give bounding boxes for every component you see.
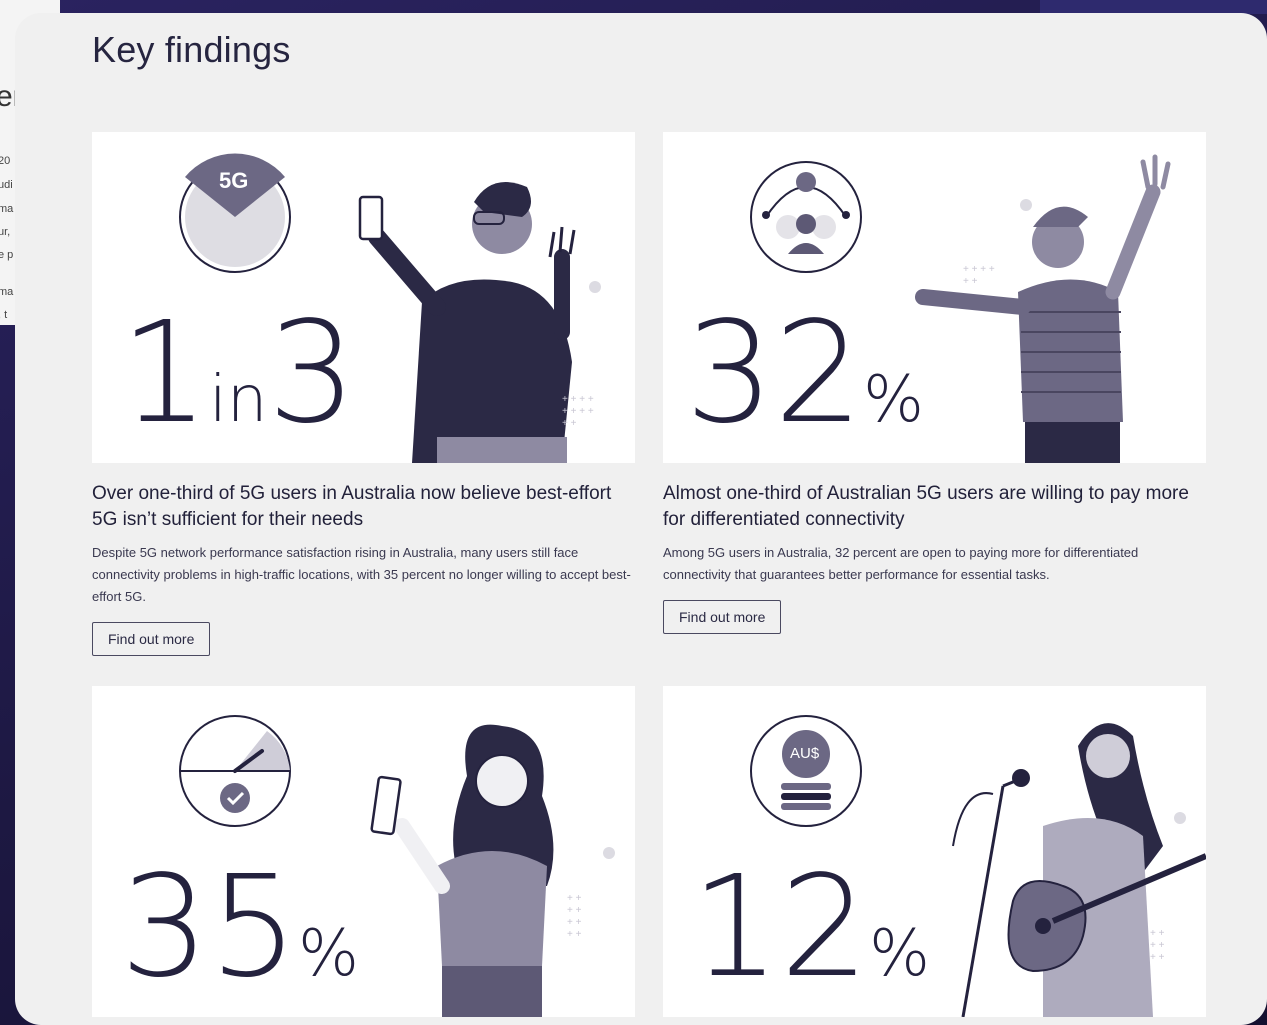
background-text-line: e p [0, 249, 14, 261]
stat-12-percent: 12% [691, 858, 930, 998]
finding-4-illustration: + + + + + + 12% AU$ [663, 686, 1206, 1017]
svg-text:+ +: + + [562, 418, 577, 429]
background-text-line: ur, [0, 226, 11, 238]
stat-number: 35 [120, 846, 299, 1009]
background-text-line: ma [0, 286, 14, 298]
plus-pattern: + + + + + + + + [567, 893, 582, 940]
stat-number: 32 [685, 292, 864, 455]
svg-text:+ +: + + [1150, 952, 1165, 963]
stat-small: % [298, 917, 359, 991]
coin-badge-label: AU$ [790, 745, 820, 762]
key-findings-card: Key findings + + + + + + + + + + 1in3 5G… [15, 13, 1267, 1025]
finding-1-illustration: + + + + + + + + + + 1in3 5G [92, 132, 635, 463]
stat-number-end: 3 [267, 292, 357, 455]
stat-small: % [869, 917, 930, 991]
svg-text:+ +: + + [1150, 940, 1165, 951]
pie-badge-label: 5G [219, 168, 249, 193]
svg-text:+ + + +: + + + + [562, 394, 594, 405]
svg-text:+ +: + + [567, 929, 582, 940]
plus-pattern: + + + ++ + + ++ + [562, 394, 594, 429]
stat-small: in [209, 363, 268, 437]
speedometer-check-icon [179, 715, 291, 827]
find-out-more-button[interactable]: Find out more [663, 600, 782, 634]
finding-4: + + + + + + 12% AU$ [663, 686, 1206, 1017]
svg-text:+ + + +: + + + + [562, 406, 594, 417]
audience-network-icon [750, 161, 862, 273]
stat-35-percent: 35% [120, 858, 359, 998]
find-out-more-button[interactable]: Find out more [92, 622, 211, 656]
svg-text:+ +: + + [567, 917, 582, 928]
plus-pattern: + + + + + + [1150, 928, 1165, 963]
stat-1-in-3: 1in3 [120, 304, 357, 444]
stat-32-percent: 32% [685, 304, 924, 444]
svg-text:+ +: + + [1150, 928, 1165, 939]
page-title: Key findings [92, 29, 291, 70]
background-accent-bar [1040, 0, 1267, 14]
finding-3-illustration: + + + + + + + + 35% [92, 686, 635, 1017]
finding-1-body: Despite 5G network performance satisfact… [92, 545, 631, 604]
finding-2-body: Among 5G users in Australia, 32 percent … [663, 545, 1139, 582]
plus-pattern: + + + ++ + [963, 264, 995, 287]
svg-text:+ +: + + [567, 893, 582, 904]
background-text-line: udi [0, 179, 13, 191]
background-text-line: , t [0, 309, 8, 321]
svg-text:+ + + +: + + + + [963, 264, 995, 275]
stat-number: 12 [691, 846, 870, 1009]
background-text-line: ma [0, 203, 14, 215]
svg-text:+ +: + + [963, 276, 978, 287]
finding-1-heading: Over one-third of 5G users in Australia … [92, 483, 612, 530]
finding-2: + + + + + + 32% Almost one-third of Austr… [663, 132, 1206, 634]
svg-text:+ +: + + [567, 905, 582, 916]
finding-3: + + + + + + + + 35% [92, 686, 635, 1017]
stat-number: 1 [120, 292, 210, 455]
coin-stack-icon [750, 715, 862, 827]
finding-1: + + + + + + + + + + 1in3 5G Over one-third… [92, 132, 635, 656]
stat-small: % [863, 363, 924, 437]
finding-2-heading: Almost one-third of Australian 5G users … [663, 483, 1189, 530]
finding-2-illustration: + + + + + + 32% [663, 132, 1206, 463]
background-text-line: 20 [0, 155, 11, 167]
